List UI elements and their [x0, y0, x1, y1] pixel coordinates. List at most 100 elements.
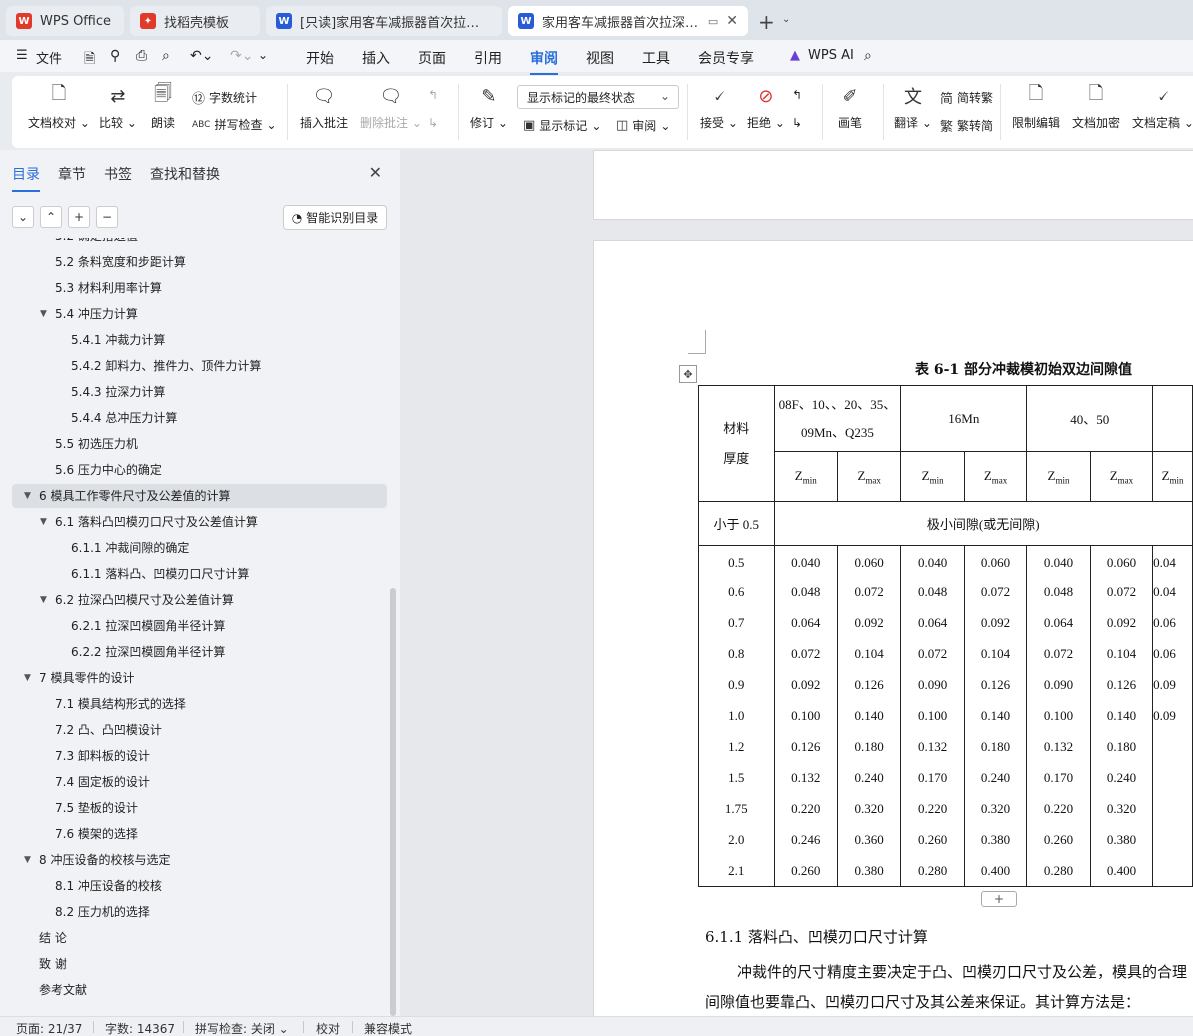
translate-button[interactable]: 文翻译 ⌄ — [894, 76, 932, 131]
accept-button[interactable]: 🗸 接受 ⌄ — [700, 76, 738, 131]
restrict-edit-button[interactable]: 🗋 限制编辑 — [1012, 76, 1060, 131]
collapse-up-icon[interactable]: ⌃ — [40, 206, 62, 228]
toc-item[interactable]: 5.5 初选压力机 — [12, 432, 387, 456]
search-icon[interactable]: ⌕ — [864, 48, 872, 64]
next-change-icon[interactable]: ↳ — [792, 116, 802, 130]
toc-item[interactable]: 5.4.3 拉深力计算 — [12, 380, 387, 404]
toc-item[interactable]: 8.2 压力机的选择 — [12, 900, 387, 924]
scrollbar[interactable] — [390, 588, 396, 1016]
toc-item[interactable]: ▼ 6 模具工作零件尺寸及公差值的计算 — [12, 484, 387, 508]
toc-item[interactable]: 致 谢 — [12, 952, 387, 976]
toc-item[interactable]: 6.2.1 拉深凹模圆角半径计算 — [12, 614, 387, 638]
delete-comment-button[interactable]: 🗨 删除批注 ⌄ — [360, 76, 422, 131]
collapse-arrow-icon[interactable]: ▼ — [40, 510, 47, 534]
tab-toc[interactable]: 目录 — [12, 164, 40, 192]
remove-icon[interactable]: − — [96, 206, 118, 228]
chevron-down-icon[interactable]: ⌄ — [782, 14, 790, 25]
tab-bookmark[interactable]: 书签 — [104, 164, 132, 192]
hamburger-icon[interactable]: ☰ — [16, 48, 28, 63]
toc-item[interactable]: 7.6 模架的选择 — [12, 822, 387, 846]
toc-item[interactable]: 5.4.2 卸料力、推件力、顶件力计算 — [12, 354, 387, 378]
compare-button[interactable]: ⇄ 比较 ⌄ — [99, 76, 137, 131]
tab-active-doc[interactable]: W 家用客车减振器首次拉深模设计 ▭ ✕ — [508, 6, 748, 36]
more-chevron-icon[interactable]: ⌄ — [258, 48, 268, 62]
spell-check-status[interactable]: 拼写检查: 关闭 ⌄ — [195, 1020, 289, 1036]
wps-ai-icon[interactable]: ▲ — [790, 48, 800, 63]
toc-item[interactable]: 7.3 卸料板的设计 — [12, 744, 387, 768]
read-aloud-button[interactable]: 🗐 朗读 — [151, 76, 175, 131]
collapse-arrow-icon[interactable]: ▼ — [24, 666, 31, 690]
track-changes-button[interactable]: ✎ 修订 ⌄ — [470, 76, 508, 131]
tab-wps-office[interactable]: W WPS Office — [6, 6, 124, 36]
toc-item[interactable]: 8.1 冲压设备的校核 — [12, 874, 387, 898]
collapse-arrow-icon[interactable]: ▼ — [24, 484, 31, 508]
next-comment-icon[interactable]: ↳ — [428, 116, 438, 130]
to-traditional-button[interactable]: 简简转繁 — [940, 88, 993, 107]
menu-file[interactable]: 文件 — [36, 48, 62, 67]
toc-item[interactable]: ▼ 6.1 落料凸凹模刃口尺寸及公差值计算 — [12, 510, 387, 534]
toc-item[interactable]: ▼ 7 模具零件的设计 — [12, 666, 387, 690]
add-row-button[interactable]: + — [981, 891, 1017, 907]
menu-insert[interactable]: 插入 — [362, 48, 390, 68]
menu-wps-ai[interactable]: WPS AI — [808, 48, 854, 63]
smart-toc-button[interactable]: ◔ 智能识别目录 — [283, 205, 387, 230]
print-icon[interactable]: ⎙ — [136, 48, 147, 64]
toc-item[interactable]: ▼ 8 冲压设备的校核与选定 — [12, 848, 387, 872]
undo-icon[interactable]: ↶⌄ — [190, 48, 213, 64]
table-move-icon[interactable]: ✥ — [679, 365, 697, 383]
tab-docer[interactable]: ✦ 找稻壳模板 — [130, 6, 260, 36]
toc-item[interactable]: 6.2.2 拉深凹模圆角半径计算 — [12, 640, 387, 664]
markup-state-select[interactable]: 显示标记的最终状态 ⌄ — [517, 85, 679, 109]
proofread-status[interactable]: 校对 — [316, 1020, 340, 1036]
toc-item[interactable]: ▼ 6.2 拉深凸凹模尺寸及公差值计算 — [12, 588, 387, 612]
collapse-arrow-icon[interactable]: ▼ — [40, 302, 47, 326]
prev-change-icon[interactable]: ↰ — [792, 88, 802, 102]
page-indicator[interactable]: 页面: 21/37 — [16, 1020, 82, 1036]
prev-comment-icon[interactable]: ↰ — [428, 88, 438, 102]
add-icon[interactable]: + — [68, 206, 90, 228]
tab-readonly-doc[interactable]: W [只读]家用客车减振器首次拉深模设计 — [266, 6, 502, 36]
menu-view[interactable]: 视图 — [586, 48, 614, 68]
doc-encrypt-button[interactable]: 🗋 文档加密 — [1072, 76, 1120, 131]
menu-reference[interactable]: 引用 — [474, 48, 502, 68]
new-tab-icon[interactable]: + — [758, 10, 775, 34]
to-simplified-button[interactable]: 繁繁转简 — [940, 116, 993, 135]
share-icon[interactable]: ⚲ — [110, 48, 120, 64]
toc-item[interactable]: 6.1.1 冲裁间隙的确定 — [12, 536, 387, 560]
toc-item[interactable]: 5.3 材料利用率计算 — [12, 276, 387, 300]
spell-check-button[interactable]: ABC 拼写检查 ⌄ — [192, 116, 277, 133]
word-count[interactable]: 字数: 14367 — [105, 1020, 175, 1036]
toc-item[interactable]: 5.4.4 总冲压力计算 — [12, 406, 387, 430]
tab-find-replace[interactable]: 查找和替换 — [150, 164, 220, 192]
tab-chapter[interactable]: 章节 — [58, 164, 86, 192]
toc-item[interactable]: 结 论 — [12, 926, 387, 950]
menu-page[interactable]: 页面 — [418, 48, 446, 68]
toc-item[interactable]: 7.2 凸、凸凹模设计 — [12, 718, 387, 742]
toc-item[interactable]: ▼ 5.4 冲压力计算 — [12, 302, 387, 326]
menu-start[interactable]: 开始 — [306, 48, 334, 68]
close-icon[interactable]: ✕ — [369, 163, 382, 182]
toc-item[interactable]: 6.1.1 落料凸、凹模刃口尺寸计算 — [12, 562, 387, 586]
toc-item[interactable]: 参考文献 — [12, 978, 387, 1002]
toc-item[interactable]: 5.2 条料宽度和步距计算 — [12, 250, 387, 274]
redo-icon[interactable]: ↷⌄ — [230, 48, 253, 64]
expand-down-icon[interactable]: ⌄ — [12, 206, 34, 228]
reject-button[interactable]: ⊘ 拒绝 ⌄ — [747, 76, 785, 131]
toc-item[interactable]: 5.4.1 冲裁力计算 — [12, 328, 387, 352]
doc-finalize-button[interactable]: 🗸 文档定稿 ⌄ — [1132, 76, 1193, 131]
word-count-button[interactable]: ⑫ 字数统计 — [192, 88, 257, 107]
menu-member[interactable]: 会员专享 — [698, 48, 754, 68]
close-tab-icon[interactable]: ✕ — [726, 13, 738, 29]
toc-item[interactable]: 7.5 垫板的设计 — [12, 796, 387, 820]
doc-proof-button[interactable]: 🗋 文档校对 ⌄ — [28, 76, 90, 131]
toc-item[interactable]: 5.2 确定搭边值 — [12, 238, 387, 248]
pen-button[interactable]: ✐ 画笔 — [838, 76, 862, 131]
save-icon[interactable]: 🗎 — [84, 48, 95, 72]
insert-comment-button[interactable]: 🗨 插入批注 — [300, 76, 348, 131]
toc-item[interactable]: 5.6 压力中心的确定 — [12, 458, 387, 482]
print-preview-icon[interactable]: ⌕ — [162, 48, 170, 64]
collapse-arrow-icon[interactable]: ▼ — [40, 588, 47, 612]
menu-tools[interactable]: 工具 — [642, 48, 670, 68]
review-pane-button[interactable]: ◫ 审阅 ⌄ — [616, 117, 670, 134]
screen-icon[interactable]: ▭ — [708, 15, 718, 28]
